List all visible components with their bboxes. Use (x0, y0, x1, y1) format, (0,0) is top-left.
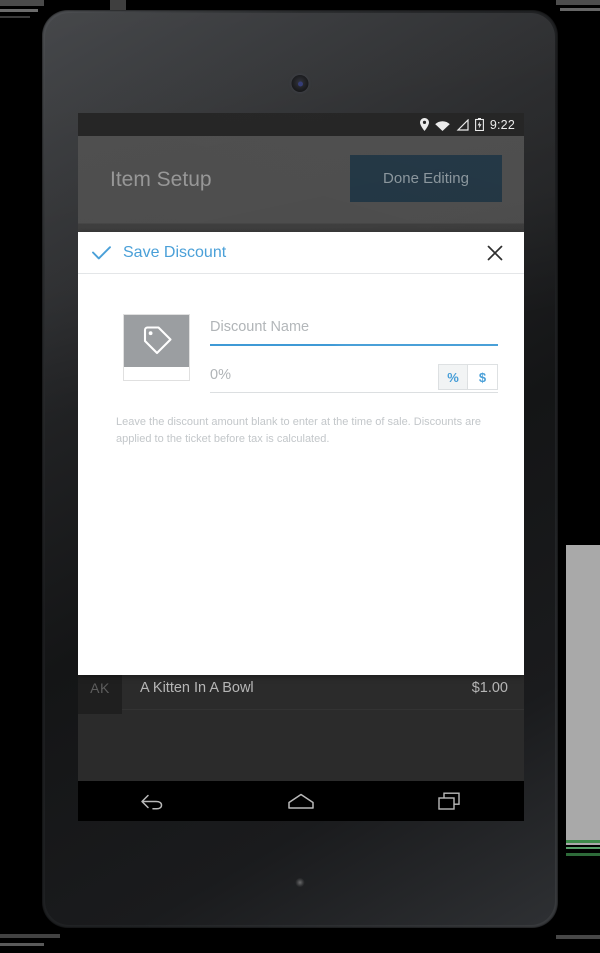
signal-icon (456, 118, 469, 131)
edge-artifact (566, 847, 600, 849)
edge-artifact (0, 16, 30, 18)
discount-form: % $ (210, 314, 498, 393)
tablet-device: 9:22 Item Setup Done Editing AK A Kitten… (42, 10, 558, 928)
status-bar: 9:22 (78, 113, 524, 136)
discount-name-field (210, 317, 498, 346)
discount-helper-text: Leave the discount amount blank to enter… (116, 416, 482, 445)
edge-artifact (566, 840, 600, 843)
tablet-screen: 9:22 Item Setup Done Editing AK A Kitten… (78, 113, 524, 821)
edge-artifact (0, 9, 38, 12)
discount-type-toggle: % $ (438, 364, 498, 390)
edge-artifact (0, 934, 60, 938)
android-nav-bar (78, 781, 524, 821)
battery-charging-icon (474, 118, 484, 131)
item-name: A Kitten In A Bowl (140, 679, 254, 696)
done-editing-button[interactable]: Done Editing (350, 155, 502, 202)
app-header: Item Setup Done Editing (78, 136, 524, 224)
discount-image-thumbnail[interactable] (123, 314, 190, 381)
notification-led (295, 878, 305, 887)
save-discount-dialog: Save Discount Discount Name 0% % $ Leave… (78, 232, 524, 675)
discount-name-input[interactable] (210, 317, 498, 344)
edge-artifact (556, 935, 600, 939)
edge-artifact (0, 0, 44, 6)
recents-icon[interactable] (420, 781, 480, 821)
discount-type-percent-button[interactable]: % (438, 364, 468, 390)
edge-artifact (0, 943, 44, 946)
location-pin-icon (419, 118, 429, 131)
dialog-header: Save Discount (78, 232, 524, 274)
field-underline-focused (210, 344, 498, 346)
dialog-body: % $ (78, 274, 524, 393)
discount-amount-field: % $ (210, 364, 498, 393)
price-tag-icon (124, 315, 189, 367)
wifi-icon (435, 119, 450, 131)
back-icon[interactable] (122, 781, 182, 821)
discount-type-dollar-button[interactable]: $ (468, 364, 498, 390)
dialog-title: Save Discount (123, 243, 227, 261)
home-icon[interactable] (271, 781, 331, 821)
tablet-bezel: 9:22 Item Setup Done Editing AK A Kitten… (45, 13, 555, 925)
discount-amount-input[interactable] (210, 365, 438, 392)
screenshot-stage: 9:22 Item Setup Done Editing AK A Kitten… (0, 0, 600, 953)
page-title: Item Setup (110, 167, 212, 191)
edge-artifact (566, 853, 600, 856)
close-icon[interactable] (480, 238, 510, 268)
edge-artifact (566, 545, 600, 845)
check-icon[interactable] (92, 245, 111, 260)
front-camera-icon (291, 75, 309, 92)
edge-artifact (556, 0, 600, 5)
item-price: $1.00 (471, 679, 508, 696)
edge-artifact (560, 8, 600, 11)
status-bar-clock: 9:22 (489, 117, 515, 132)
field-underline (210, 392, 498, 393)
